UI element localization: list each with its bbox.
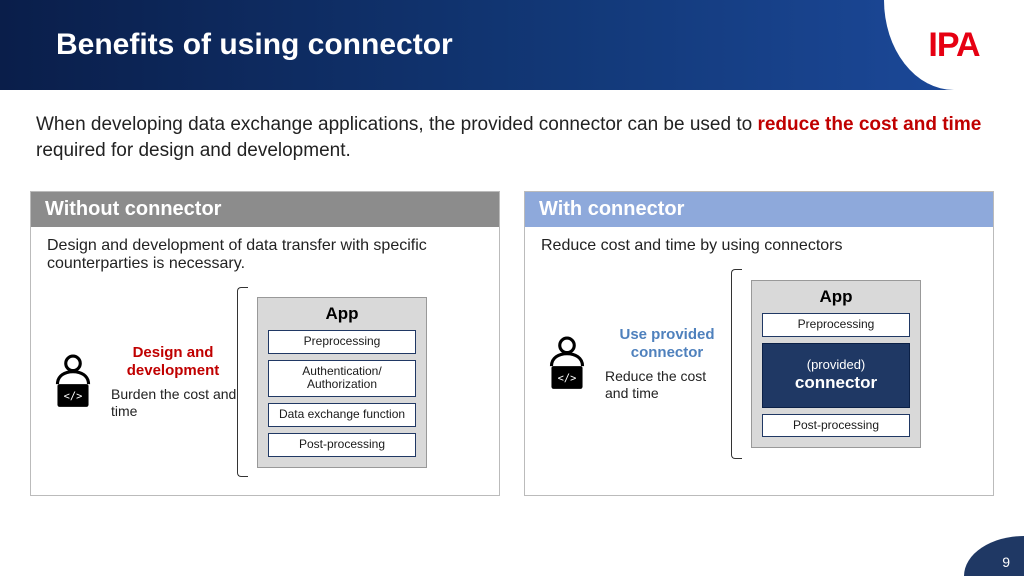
app-box-b: App Preprocessing (provided) connector P… — [751, 280, 921, 448]
intro-emphasis: reduce the cost and time — [757, 114, 981, 135]
panel-b-sub: Reduce the cost and time — [605, 368, 731, 402]
panel-a-label: Design and development — [109, 344, 237, 380]
bracket-icon — [237, 287, 251, 477]
panel-b-title: With connector — [525, 192, 993, 227]
app-box-a: App Preprocessing Authentication/ Author… — [257, 297, 427, 468]
module-auth: Authentication/ Authorization — [268, 360, 416, 398]
panel-b-label: Use provided connector — [603, 326, 731, 362]
module-preprocessing: Preprocessing — [268, 330, 416, 354]
panel-with-connector: With connector Reduce cost and time by u… — [524, 191, 994, 496]
panel-a-desc: Design and development of data transfer … — [47, 237, 483, 273]
intro-post: required for design and development. — [36, 140, 351, 161]
module-b-post: Post-processing — [762, 414, 910, 438]
slide-header: Benefits of using connector IPA — [0, 0, 1024, 90]
logo-text: IPA — [928, 26, 979, 65]
svg-text:</>: </> — [558, 373, 577, 385]
panel-b-desc: Reduce cost and time by using connectors — [541, 237, 977, 255]
module-provided-connector: (provided) connector — [762, 343, 910, 407]
app-a-title: App — [268, 304, 416, 324]
module-postprocessing: Post-processing — [268, 433, 416, 457]
developer-icon: </> — [541, 335, 593, 393]
intro-pre: When developing data exchange applicatio… — [36, 114, 757, 135]
comparison-panels: Without connector Design and development… — [0, 173, 1024, 496]
svg-text:</>: </> — [64, 391, 83, 403]
developer-icon: </> — [47, 353, 99, 411]
panel-a-title: Without connector — [31, 192, 499, 227]
page-number: 9 — [964, 536, 1024, 576]
slide-title: Benefits of using connector — [56, 28, 453, 62]
module-exchange: Data exchange function — [268, 403, 416, 427]
panel-a-sub: Burden the cost and time — [111, 386, 237, 420]
panel-without-connector: Without connector Design and development… — [30, 191, 500, 496]
bracket-icon — [731, 269, 745, 459]
intro-paragraph: When developing data exchange applicatio… — [0, 90, 1024, 173]
brand-logo: IPA — [884, 0, 1024, 90]
app-b-title: App — [762, 287, 910, 307]
module-b-pre: Preprocessing — [762, 313, 910, 337]
